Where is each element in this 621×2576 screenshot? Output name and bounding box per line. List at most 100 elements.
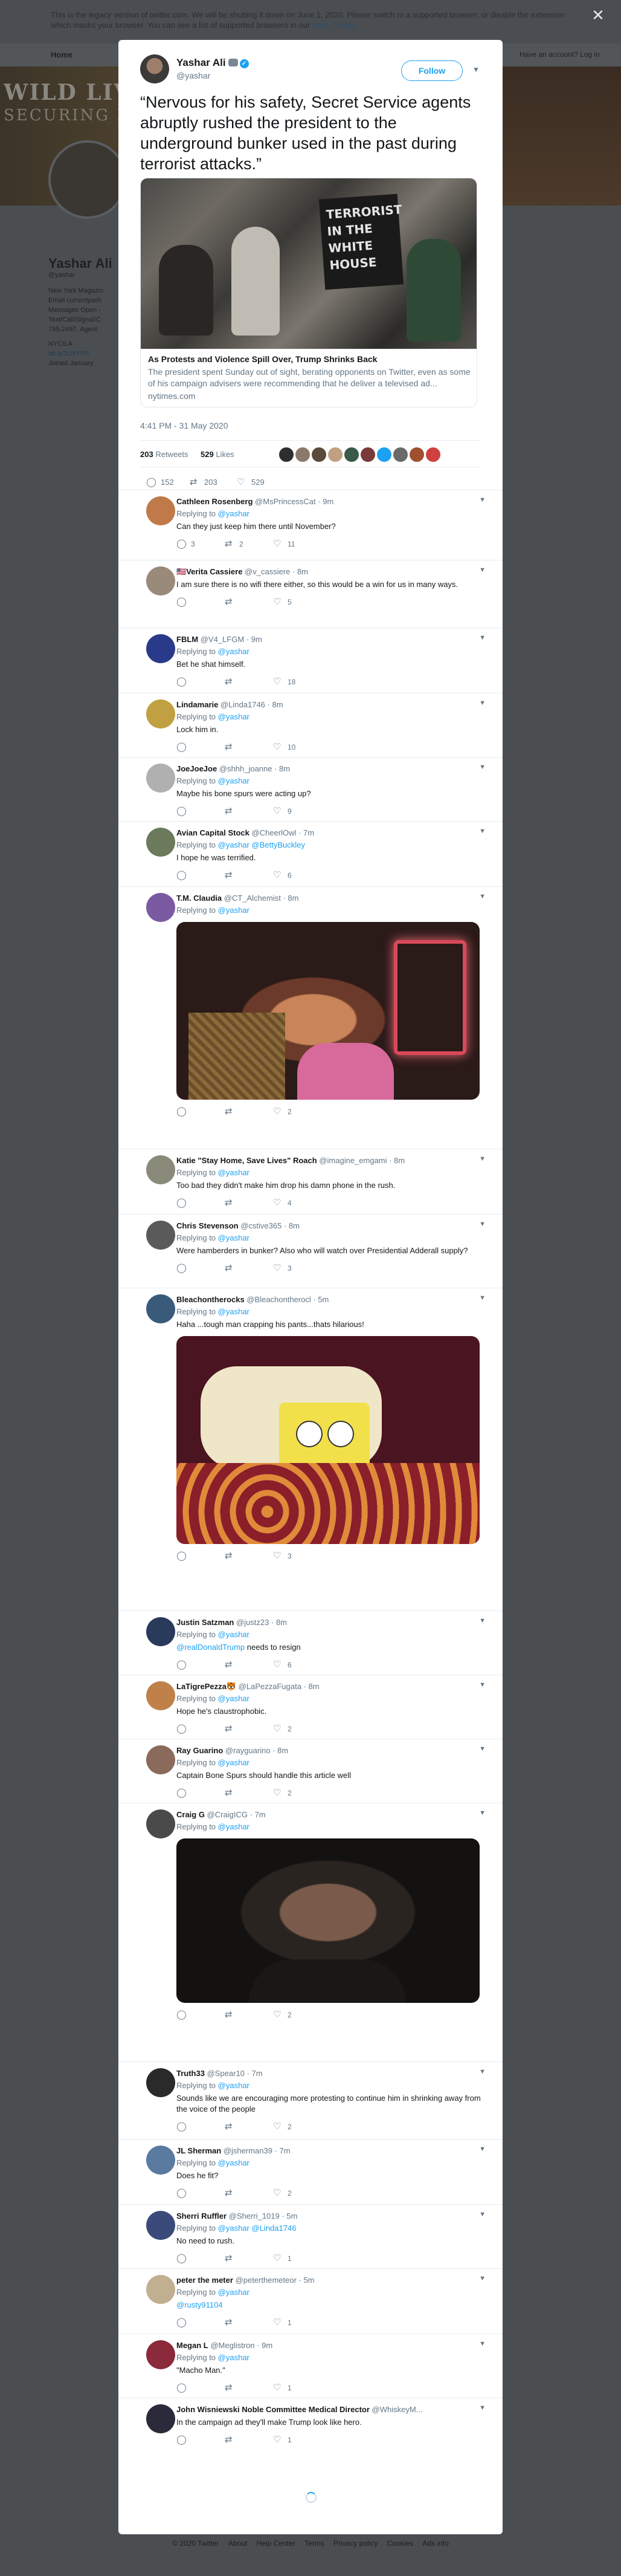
- reply-author-handle[interactable]: @imagine_emgami: [319, 1156, 387, 1165]
- reply-avatar[interactable]: [146, 2211, 175, 2240]
- reply-author-name[interactable]: T.M. Claudia: [176, 894, 222, 903]
- reply-time[interactable]: 8m: [309, 1682, 320, 1691]
- liker-avatar[interactable]: [377, 447, 391, 462]
- reply-tweet[interactable]: JoeJoeJoe @shhh_joanne · 8m Replying to @…: [118, 757, 503, 816]
- reply-gif[interactable]: [176, 922, 480, 1100]
- chevron-down-icon[interactable]: ▼: [479, 566, 486, 574]
- reply-author-handle[interactable]: @CT_Alchemist: [224, 894, 281, 903]
- reply-author-name[interactable]: Megan L: [176, 2341, 208, 2350]
- replying-to-mention[interactable]: @yashar: [218, 1630, 249, 1639]
- reply-time[interactable]: 8m: [289, 1221, 300, 1230]
- replying-to-mention[interactable]: @yashar: [218, 2081, 249, 2090]
- chevron-down-icon[interactable]: ▼: [479, 1294, 486, 1302]
- replying-to-mention[interactable]: @yashar: [218, 776, 249, 785]
- footer-link-terms[interactable]: Terms: [304, 2539, 324, 2548]
- chevron-down-icon[interactable]: ▼: [479, 2068, 486, 2075]
- like-button[interactable]: ♡ 2: [273, 1105, 292, 1118]
- chevron-down-icon[interactable]: ▼: [479, 893, 486, 900]
- reply-time[interactable]: 8m: [276, 1618, 287, 1627]
- reply-button[interactable]: ◯: [176, 2381, 191, 2395]
- link-card[interactable]: TERRORIST IN THE WHITE HOUSE As Protests…: [140, 178, 477, 407]
- author-avatar[interactable]: [140, 54, 169, 83]
- liker-avatar[interactable]: [344, 447, 359, 462]
- reply-author-name[interactable]: FBLM: [176, 635, 198, 644]
- chevron-down-icon[interactable]: ▼: [479, 1155, 486, 1163]
- liker-avatar[interactable]: [361, 447, 375, 462]
- chevron-down-icon[interactable]: ▼: [479, 1617, 486, 1624]
- reply-button[interactable]: ◯: [176, 1261, 191, 1275]
- reply-author-name[interactable]: Katie "Stay Home, Save Lives" Roach: [176, 1156, 317, 1165]
- chevron-down-icon[interactable]: ▼: [479, 828, 486, 835]
- reply-time[interactable]: 7m: [255, 1810, 266, 1819]
- replying-to-mention[interactable]: @yashar: [218, 712, 249, 721]
- reply-author-name[interactable]: Avian Capital Stock: [176, 828, 249, 837]
- reply-author-name[interactable]: JoeJoeJoe: [176, 764, 217, 773]
- retweet-button[interactable]: ⇄ 203: [190, 474, 217, 490]
- reply-author-handle[interactable]: @peterthemeteor: [236, 2276, 297, 2285]
- reply-avatar[interactable]: [146, 2275, 175, 2304]
- liker-avatar[interactable]: [393, 447, 408, 462]
- reply-avatar[interactable]: [146, 1294, 175, 1323]
- chevron-down-icon[interactable]: ▼: [479, 2211, 486, 2218]
- retweet-button[interactable]: ⇄: [225, 595, 239, 609]
- reply-author-handle[interactable]: @cstive365: [240, 1221, 282, 1230]
- reply-time[interactable]: 8m: [297, 567, 308, 576]
- like-button[interactable]: ♡ 9: [273, 804, 292, 818]
- reply-author-name[interactable]: JL Sherman: [176, 2146, 221, 2155]
- reply-mention[interactable]: @realDonaldTrump: [176, 1643, 245, 1652]
- follow-button[interactable]: Follow: [401, 60, 463, 81]
- like-button[interactable]: ♡ 2: [273, 2008, 292, 2022]
- retweet-button[interactable]: ⇄: [225, 1196, 239, 1210]
- like-button[interactable]: ♡ 10: [273, 740, 295, 754]
- like-button[interactable]: ♡ 5: [273, 595, 292, 609]
- reply-button[interactable]: ◯: [176, 2433, 191, 2447]
- retweet-button[interactable]: ⇄: [225, 1105, 239, 1118]
- reply-avatar[interactable]: [146, 1681, 175, 1710]
- reply-button[interactable]: ◯: [176, 595, 191, 609]
- retweet-button[interactable]: ⇄: [225, 1261, 239, 1275]
- replying-to-mention[interactable]: @yashar: [218, 2158, 249, 2167]
- retweet-button[interactable]: ⇄: [225, 804, 239, 818]
- retweet-button[interactable]: ⇄: [225, 868, 239, 882]
- reply-author-handle[interactable]: @CheerlOwl: [252, 828, 297, 837]
- reply-button[interactable]: ◯: [176, 2186, 191, 2200]
- reply-time[interactable]: 7m: [252, 2069, 263, 2078]
- retweet-button[interactable]: ⇄: [225, 2120, 239, 2133]
- footer-link-cookies[interactable]: Cookies: [387, 2539, 413, 2548]
- like-button[interactable]: ♡ 6: [273, 868, 292, 882]
- reply-button[interactable]: ◯: [176, 804, 191, 818]
- chevron-down-icon[interactable]: ▼: [479, 1809, 486, 1817]
- chevron-down-icon[interactable]: ▼: [479, 699, 486, 707]
- footer-link-about[interactable]: About: [228, 2539, 247, 2548]
- like-button[interactable]: ♡ 3: [273, 1261, 292, 1275]
- reply-avatar[interactable]: [146, 2340, 175, 2369]
- tweet-timestamp[interactable]: 4:41 PM - 31 May 2020: [140, 421, 228, 430]
- footer-link-ads[interactable]: Ads info: [422, 2539, 448, 2548]
- like-button[interactable]: ♡ 18: [273, 675, 295, 689]
- author-name-row[interactable]: Yashar Ali ✓: [176, 57, 249, 69]
- reply-button[interactable]: ◯ 152: [146, 474, 174, 490]
- like-button[interactable]: ♡ 2: [273, 1786, 292, 1800]
- reply-author-name[interactable]: Chris Stevenson: [176, 1221, 239, 1230]
- liker-avatar[interactable]: [279, 447, 294, 462]
- reply-tweet[interactable]: JL Sherman @jsherman39 · 7m Replying to @…: [118, 2139, 503, 2198]
- reply-time[interactable]: 9m: [323, 497, 333, 506]
- liker-avatar[interactable]: [328, 447, 343, 462]
- reply-time[interactable]: 8m: [288, 894, 298, 903]
- reply-author-name[interactable]: Verita Cassiere: [186, 567, 242, 576]
- retweet-button[interactable]: ⇄: [225, 2381, 239, 2395]
- chevron-down-icon[interactable]: ▼: [479, 764, 486, 771]
- replying-to-mention[interactable]: @yashar @BettyBuckley: [218, 840, 305, 849]
- liker-avatar[interactable]: [410, 447, 424, 462]
- retweet-button[interactable]: ⇄: [225, 740, 239, 754]
- reply-button[interactable]: ◯ 3: [176, 537, 195, 551]
- like-button[interactable]: ♡ 11: [273, 537, 295, 551]
- replying-to-mention[interactable]: @yashar @Linda1746: [218, 2224, 297, 2233]
- retweets-stat[interactable]: 203 Retweets: [140, 450, 188, 459]
- reply-author-name[interactable]: Cathleen Rosenberg: [176, 497, 253, 506]
- reply-avatar[interactable]: [146, 566, 175, 595]
- replying-to-mention[interactable]: @yashar: [218, 1168, 249, 1177]
- like-button[interactable]: ♡ 2: [273, 2120, 292, 2133]
- reply-author-handle[interactable]: @Linda1746: [220, 700, 265, 709]
- reply-avatar[interactable]: [146, 2404, 175, 2433]
